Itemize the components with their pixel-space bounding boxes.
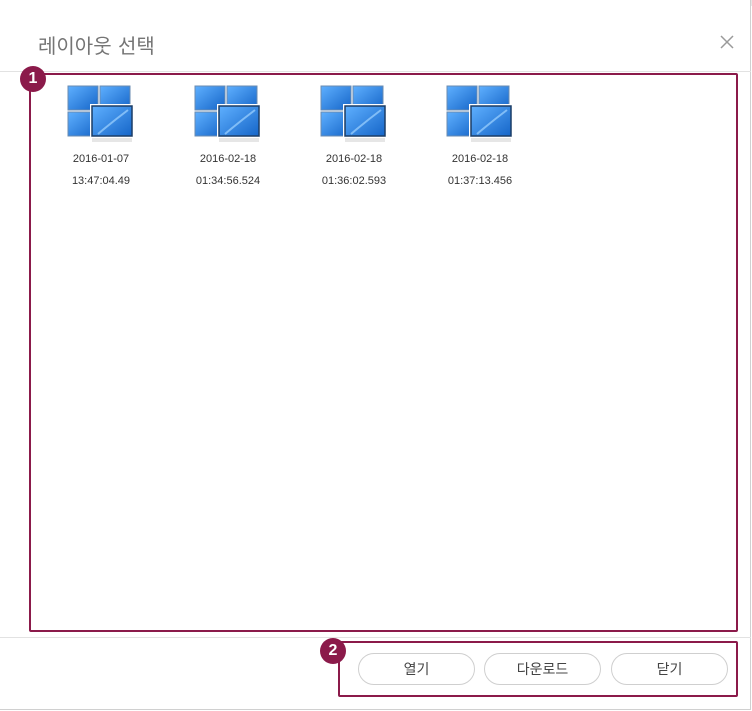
footer-divider xyxy=(0,637,751,638)
close-button[interactable] xyxy=(715,30,739,54)
callout-box-2 xyxy=(338,641,738,697)
header-divider xyxy=(0,71,751,72)
callout-box-1 xyxy=(29,73,738,632)
callout-badge-2: 2 xyxy=(320,638,346,664)
close-icon xyxy=(720,35,734,49)
callout-badge-1: 1 xyxy=(20,66,46,92)
dialog-title: 레이아웃 선택 xyxy=(38,34,155,58)
